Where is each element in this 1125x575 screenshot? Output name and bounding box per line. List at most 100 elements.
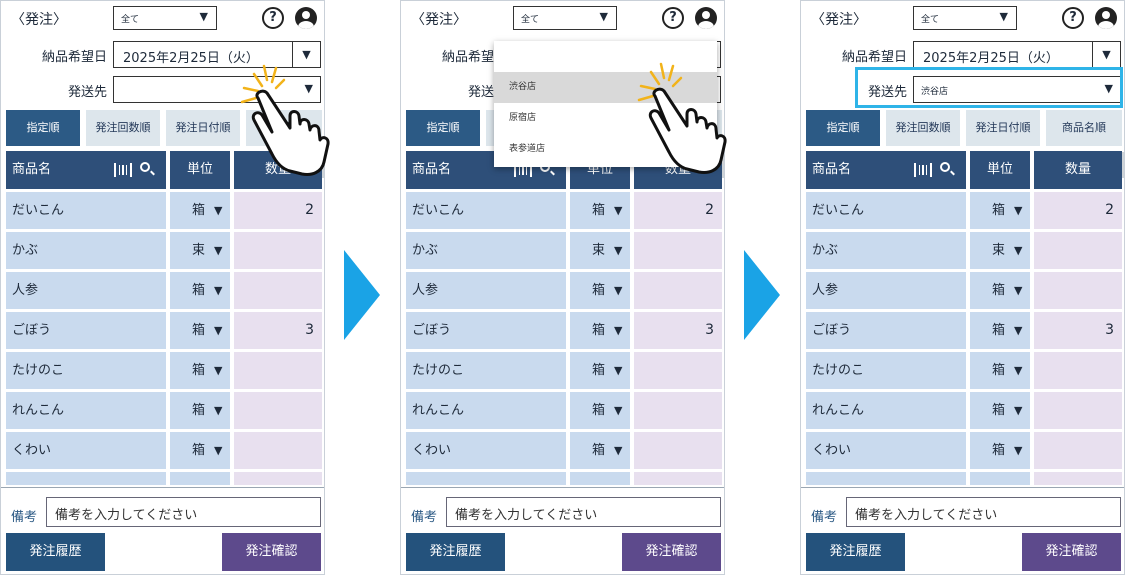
barcode-icon[interactable]	[914, 163, 932, 177]
quantity-input[interactable]	[1034, 352, 1122, 389]
sort-tab-product-name[interactable]: 商品名順	[1046, 110, 1122, 146]
unit-select[interactable]: 箱 ▼	[170, 312, 230, 349]
unit-select[interactable]: 箱 ▼	[970, 272, 1030, 309]
quantity-input[interactable]	[234, 232, 322, 269]
quantity-input[interactable]	[1034, 392, 1122, 429]
filter-value: 全て	[521, 15, 540, 25]
page-title[interactable]: 〈発注〉	[811, 9, 867, 29]
unit-select[interactable]: 箱 ▼	[970, 312, 1030, 349]
quantity-input[interactable]	[634, 352, 722, 389]
unit-select[interactable]: 箱 ▼	[570, 192, 630, 229]
unit-select[interactable]: 箱 ▼	[570, 312, 630, 349]
help-circle-icon[interactable]: ?	[262, 7, 284, 29]
sort-tab-specified[interactable]: 指定順	[806, 110, 880, 146]
quantity-input[interactable]	[634, 232, 722, 269]
destination-highlight	[855, 67, 1123, 108]
triangle-down-icon: ▼	[214, 444, 223, 457]
column-header-product: 商品名	[806, 151, 966, 189]
unit-select[interactable]: 箱 ▼	[970, 352, 1030, 389]
unit-value: 束	[992, 243, 1006, 258]
unit-select[interactable]: 箱 ▼	[970, 392, 1030, 429]
filter-select[interactable]: 全て ▼	[913, 6, 1017, 30]
divider	[801, 487, 1124, 488]
memo-input[interactable]: 備考を入力してください	[46, 497, 321, 527]
sort-tab-order-count[interactable]: 発注回数順	[886, 110, 960, 146]
memo-input[interactable]: 備考を入力してください	[846, 497, 1121, 527]
sort-tab-specified[interactable]: 指定順	[406, 110, 480, 146]
quantity-input[interactable]	[634, 392, 722, 429]
tap-hand-icon	[232, 58, 352, 178]
help-circle-icon[interactable]: ?	[662, 7, 684, 29]
unit-select[interactable]: 箱 ▼	[570, 272, 630, 309]
unit-value: 箱	[592, 363, 606, 378]
quantity-input[interactable]: 3	[1034, 312, 1122, 349]
table-row-partial	[406, 472, 722, 485]
sort-tab-order-count[interactable]: 発注回数順	[86, 110, 160, 146]
quantity-input[interactable]: 2	[234, 192, 322, 229]
product-name-cell: たけのこ	[406, 352, 566, 389]
filter-select[interactable]: 全て ▼	[513, 6, 617, 30]
unit-select[interactable]: 箱 ▼	[970, 192, 1030, 229]
triangle-down-icon: ▼	[1014, 404, 1023, 417]
unit-select[interactable]: 箱 ▼	[170, 352, 230, 389]
order-history-button[interactable]: 発注履歴	[806, 533, 905, 571]
unit-select[interactable]: 箱 ▼	[170, 192, 230, 229]
unit-select[interactable]: 箱 ▼	[570, 392, 630, 429]
order-history-button[interactable]: 発注履歴	[6, 533, 105, 571]
order-confirm-button[interactable]: 発注確認	[622, 533, 721, 571]
quantity-input[interactable]	[234, 392, 322, 429]
destination-label: 発送先	[67, 85, 107, 100]
order-confirm-button[interactable]: 発注確認	[1022, 533, 1121, 571]
product-name-cell: かぶ	[6, 232, 166, 269]
user-avatar-icon[interactable]	[295, 7, 317, 29]
sort-tab-order-date[interactable]: 発注日付順	[166, 110, 240, 146]
unit-value: 箱	[192, 403, 206, 418]
quantity-input[interactable]	[234, 272, 322, 309]
quantity-input[interactable]	[1034, 432, 1122, 469]
unit-value: 箱	[992, 403, 1006, 418]
quantity-input[interactable]: 2	[1034, 192, 1122, 229]
sort-tab-specified[interactable]: 指定順	[6, 110, 80, 146]
unit-select[interactable]: 箱 ▼	[970, 432, 1030, 469]
triangle-down-icon[interactable]: ▼	[1092, 42, 1120, 67]
triangle-down-icon: ▼	[1014, 284, 1023, 297]
page-title[interactable]: 〈発注〉	[11, 9, 67, 29]
quantity-input[interactable]	[634, 272, 722, 309]
help-circle-icon[interactable]: ?	[1062, 7, 1084, 29]
user-avatar-icon[interactable]	[695, 7, 717, 29]
barcode-icon[interactable]	[114, 163, 132, 177]
quantity-input[interactable]: 3	[234, 312, 322, 349]
quantity-input[interactable]	[1034, 232, 1122, 269]
search-icon[interactable]	[140, 162, 150, 172]
unit-value: 箱	[592, 403, 606, 418]
user-avatar-icon[interactable]	[1095, 7, 1117, 29]
quantity-input[interactable]: 2	[634, 192, 722, 229]
filter-select[interactable]: 全て ▼	[113, 6, 217, 30]
unit-select[interactable]: 箱 ▼	[570, 352, 630, 389]
quantity-input[interactable]	[634, 432, 722, 469]
product-name-cell: ごぼう	[406, 312, 566, 349]
order-confirm-button[interactable]: 発注確認	[222, 533, 321, 571]
quantity-input[interactable]: 3	[634, 312, 722, 349]
unit-select[interactable]: 箱 ▼	[170, 392, 230, 429]
quantity-input[interactable]	[234, 352, 322, 389]
product-table: だいこん 箱 ▼ 2 かぶ 束 ▼ 人参 箱 ▼ ごぼう 箱 ▼ 3 たけのこ	[6, 192, 322, 485]
unit-value: 箱	[192, 323, 206, 338]
order-history-button[interactable]: 発注履歴	[406, 533, 505, 571]
unit-select[interactable]: 束 ▼	[570, 232, 630, 269]
memo-input[interactable]: 備考を入力してください	[446, 497, 721, 527]
quantity-input[interactable]	[234, 432, 322, 469]
unit-select[interactable]: 箱 ▼	[170, 432, 230, 469]
unit-select[interactable]: 束 ▼	[970, 232, 1030, 269]
unit-select[interactable]: 箱 ▼	[170, 272, 230, 309]
quantity-input[interactable]	[1034, 272, 1122, 309]
page-title[interactable]: 〈発注〉	[411, 9, 467, 29]
unit-select[interactable]: 束 ▼	[170, 232, 230, 269]
delivery-date-select[interactable]: 2025年2月25日（火） ▼	[913, 41, 1121, 68]
table-row: れんこん 箱 ▼	[6, 392, 322, 429]
search-icon[interactable]	[940, 162, 950, 172]
product-name-cell: ごぼう	[6, 312, 166, 349]
sort-tab-order-date[interactable]: 発注日付順	[966, 110, 1040, 146]
filter-value: 全て	[921, 15, 940, 25]
unit-select[interactable]: 箱 ▼	[570, 432, 630, 469]
